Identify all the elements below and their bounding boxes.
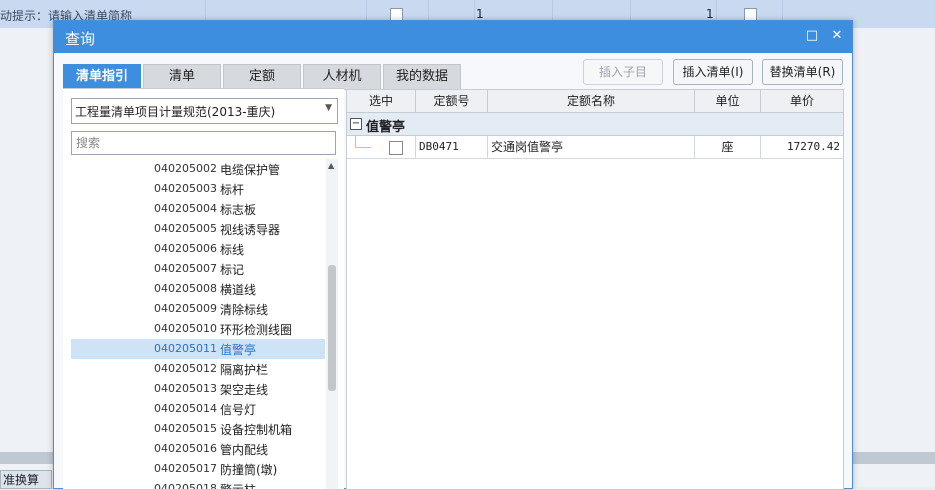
- list-item[interactable]: 040205010 环形检测线圈: [71, 319, 325, 339]
- list-item[interactable]: 040205015 设备控制机箱: [71, 419, 325, 439]
- list-item[interactable]: 040205004 标志板: [71, 199, 325, 219]
- column-header-price[interactable]: 单价: [761, 90, 843, 112]
- unit-cell: 座: [695, 136, 761, 158]
- list-item[interactable]: 040205017 防撞筒(墩): [71, 459, 325, 479]
- list-item-code: 040205002: [154, 162, 217, 175]
- list-item[interactable]: 040205007 标记: [71, 259, 325, 279]
- grid-header: 选中 定额号 定额名称 单位 单价: [347, 90, 843, 113]
- scrollbar-thumb[interactable]: [328, 265, 336, 391]
- list-item-name: 电缆保护管: [220, 163, 281, 177]
- list-item[interactable]: 040205006 标线: [71, 239, 325, 259]
- dialog-titlebar[interactable]: 查询 □ ✕: [54, 21, 852, 53]
- list-item[interactable]: 040205005 视线诱导器: [71, 219, 325, 239]
- list-item-name: 视线诱导器: [220, 223, 281, 237]
- column-header-quota-code[interactable]: 定额号: [416, 90, 488, 112]
- select-cell: [347, 136, 416, 158]
- list-item[interactable]: 040205016 管内配线: [71, 439, 325, 459]
- tree-scrollbar[interactable]: ▲: [326, 159, 338, 489]
- tab-my-data[interactable]: 我的数据: [383, 64, 461, 90]
- row-checkbox[interactable]: [389, 141, 403, 155]
- list-item-name: 管内配线: [220, 443, 269, 457]
- tab-list-guide[interactable]: 清单指引: [63, 64, 141, 90]
- list-item[interactable]: 040205012 隔离护栏: [71, 359, 325, 379]
- spec-select-value: 工程量清单项目计量规范(2013-重庆): [75, 105, 276, 119]
- price-cell: 17270.42: [787, 140, 840, 153]
- list-item-name: 隔离护栏: [220, 363, 269, 377]
- collapse-icon[interactable]: −: [350, 118, 362, 130]
- list-item-code: 040205017: [154, 462, 217, 475]
- list-item-name: 标记: [220, 263, 245, 277]
- list-item[interactable]: 040205014 信号灯: [71, 399, 325, 419]
- list-item-code: 040205004: [154, 202, 217, 215]
- list-item-code: 040205014: [154, 402, 217, 415]
- group-label: 值警亭: [366, 120, 406, 135]
- list-item-name: 标杆: [220, 183, 245, 197]
- list-guide-panel: 工程量清单项目计量规范(2013-重庆) ▼ 040205002电缆保护管040…: [63, 88, 344, 489]
- restore-icon[interactable]: □: [804, 28, 820, 44]
- list-item-code: 040205012: [154, 362, 217, 375]
- tree-connector: [355, 147, 371, 148]
- tab-quota[interactable]: 定额: [223, 64, 301, 90]
- bg-quantity: 1: [476, 7, 484, 21]
- list-item-name: 环形检测线圈: [220, 323, 293, 337]
- list-item[interactable]: 040205009 清除标线: [71, 299, 325, 319]
- spec-select[interactable]: 工程量清单项目计量规范(2013-重庆) ▼: [71, 98, 338, 124]
- list-item-name: 横道线: [220, 283, 257, 297]
- close-icon[interactable]: ✕: [829, 28, 845, 44]
- list-item-name: 架空走线: [220, 383, 269, 397]
- list-item-code: 040205010: [154, 322, 217, 335]
- list-item-name: 标志板: [220, 203, 257, 217]
- query-dialog: 查询 □ ✕ 清单指引 清单 定额 人材机 我的数据 插入子目 插入清单(I) …: [53, 20, 853, 490]
- list-item-name: 警示柱: [220, 481, 256, 489]
- group-row[interactable]: − 值警亭: [347, 113, 843, 136]
- list-item-name: 清除标线: [220, 303, 269, 317]
- tab-labor-material-machine[interactable]: 人材机: [303, 64, 381, 90]
- list-item-name: 标线: [220, 243, 245, 257]
- bg-amount: 1: [706, 7, 714, 21]
- list-item-code: 040205016: [154, 442, 217, 455]
- dialog-title: 查询: [65, 30, 96, 48]
- list-item[interactable]: 040205002 电缆保护管: [71, 159, 325, 179]
- list-item-code: 040205008: [154, 282, 217, 295]
- list-item-code: 040205015: [154, 422, 217, 435]
- chevron-down-icon[interactable]: ▼: [325, 103, 332, 113]
- list-item-name: 值警亭: [220, 343, 257, 357]
- insert-child-button[interactable]: 插入子目: [583, 59, 663, 85]
- list-item[interactable]: 040205008 横道线: [71, 279, 325, 299]
- tab-list[interactable]: 清单: [143, 64, 221, 90]
- list-item[interactable]: 040205011 值警亭: [71, 339, 325, 359]
- column-header-quota-name[interactable]: 定额名称: [488, 90, 695, 112]
- background-bottom-tab[interactable]: 准换算: [0, 470, 52, 489]
- list-item-code: 040205005: [154, 222, 217, 235]
- list-item[interactable]: 040205013 架空走线: [71, 379, 325, 399]
- background-panel-right: [852, 28, 935, 487]
- list-item-code: 040205011: [154, 342, 217, 355]
- replace-list-button[interactable]: 替换清单(R): [762, 59, 843, 85]
- list-item[interactable]: 040205018警示柱: [71, 479, 325, 489]
- list-item-name: 信号灯: [220, 403, 257, 417]
- list-item-code: 040205018: [154, 482, 217, 489]
- quota-name-cell: 交通岗值警亭: [488, 136, 695, 158]
- table-row[interactable]: DB0471 交通岗值警亭 座 17270.42: [347, 136, 843, 159]
- list-item-code: 040205003: [154, 182, 217, 195]
- quota-code-cell: DB0471: [416, 136, 488, 158]
- search-input[interactable]: [71, 131, 336, 155]
- scroll-up-icon[interactable]: ▲: [328, 161, 334, 170]
- list-tree: 040205002 电缆保护管 040205003 标杆 040205004 标志板 040…: [71, 159, 325, 489]
- list-item-code: 040205013: [154, 382, 217, 395]
- list-item-name: 设备控制机箱: [220, 423, 293, 437]
- list-item-code: 040205009: [154, 302, 217, 315]
- list-item-name: 防撞筒(墩): [220, 463, 278, 477]
- column-header-unit[interactable]: 单位: [695, 90, 761, 112]
- list-item-code: 040205006: [154, 242, 217, 255]
- list-item[interactable]: 040205003 标杆: [71, 179, 325, 199]
- quota-grid: 选中 定额号 定额名称 单位 单价 − 值警亭 DB0471 交通岗值警亭 座 …: [346, 89, 844, 490]
- tree-connector: [355, 136, 356, 147]
- insert-list-button[interactable]: 插入清单(I): [673, 59, 753, 85]
- column-header-select[interactable]: 选中: [347, 90, 416, 112]
- list-item-code: 040205007: [154, 262, 217, 275]
- background-panel-left: [0, 28, 54, 487]
